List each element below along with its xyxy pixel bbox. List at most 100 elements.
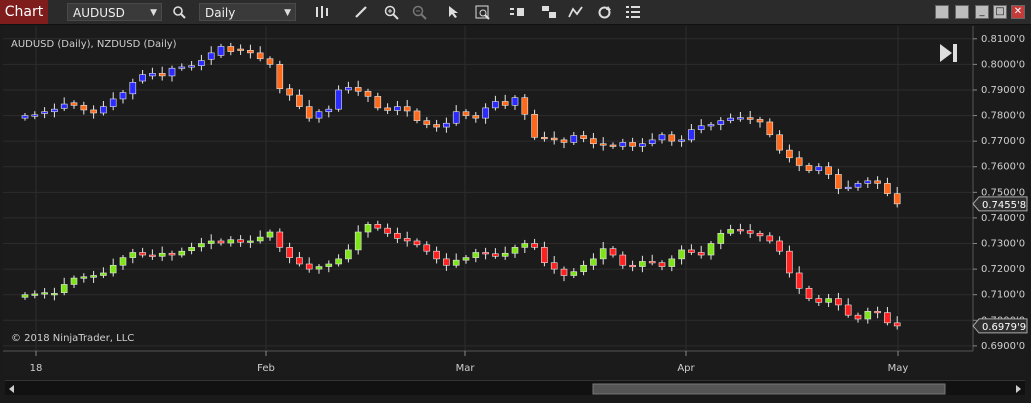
- audusd-candle: [805, 165, 813, 171]
- maximize-button[interactable]: [955, 5, 969, 19]
- list-icon[interactable]: [624, 3, 642, 21]
- nzdusd-candle: [178, 250, 186, 256]
- audusd-candle: [737, 117, 744, 120]
- audusd-candle: [139, 74, 146, 82]
- audusd-candle: [521, 97, 529, 115]
- nzdusd-candle: [80, 276, 88, 279]
- audusd-candle: [688, 129, 695, 141]
- audusd-candle: [51, 108, 58, 113]
- zoom-in-icon[interactable]: [382, 3, 400, 21]
- data-box-icon[interactable]: [474, 3, 492, 21]
- nzdusd-candle: [717, 232, 725, 244]
- audusd-candle: [707, 124, 715, 127]
- nzdusd-candle: [100, 272, 107, 276]
- nzdusd-candle: [237, 239, 244, 243]
- bar-type-icon[interactable]: [313, 3, 331, 21]
- properties-icon[interactable]: [540, 3, 558, 21]
- svg-text:0.6979'9: 0.6979'9: [982, 322, 1026, 333]
- nzdusd-candle: [158, 252, 166, 257]
- audusd-candle: [746, 117, 754, 120]
- nzdusd-candle: [599, 248, 607, 260]
- nzdusd-candle: [825, 298, 832, 303]
- audusd-candle: [247, 50, 254, 54]
- audusd-candle: [70, 102, 78, 106]
- audusd-candle: [266, 58, 274, 65]
- period-value: Daily: [205, 6, 236, 20]
- nzdusd-candle: [550, 262, 558, 270]
- audusd-candle: [511, 97, 519, 106]
- window-restore-button[interactable]: □: [993, 5, 1007, 19]
- audusd-candle: [198, 60, 205, 66]
- nzdusd-candle: [109, 264, 117, 274]
- y-tick-label: 0.7600'0: [981, 162, 1025, 173]
- nzdusd-candle: [746, 230, 754, 234]
- refresh-icon[interactable]: [595, 3, 613, 21]
- y-tick-label: 0.7200'0: [981, 264, 1025, 275]
- nzdusd-candle: [570, 271, 578, 276]
- nzdusd-candle: [70, 277, 78, 285]
- nzdusd-candle: [727, 229, 734, 234]
- audusd-candle: [541, 137, 548, 140]
- nzdusd-candle: [354, 231, 362, 251]
- audusd-candle: [325, 108, 333, 113]
- scroll-thumb[interactable]: [592, 383, 946, 395]
- nzdusd-candle: [139, 252, 146, 256]
- audusd-candle: [286, 88, 293, 96]
- nzdusd-candle: [678, 249, 685, 260]
- minimize-button[interactable]: _: [975, 5, 989, 19]
- nzdusd-candle: [168, 252, 176, 256]
- chevron-down-icon: ▼: [284, 8, 291, 18]
- audusd-candle: [825, 166, 832, 175]
- nzdusd-candle: [21, 294, 29, 298]
- audusd-candle: [168, 67, 176, 77]
- horizontal-scrollbar[interactable]: [5, 380, 1025, 395]
- search-icon[interactable]: [170, 3, 188, 21]
- y-tick-label: 0.8000'0: [981, 59, 1025, 70]
- audusd-candle: [501, 101, 509, 106]
- scroll-right-icon[interactable]: [1016, 385, 1021, 393]
- nzdusd-candle: [590, 258, 597, 266]
- instrument-select[interactable]: AUDUSD ▼: [67, 3, 162, 21]
- draw-pencil-icon[interactable]: [352, 3, 370, 21]
- nzdusd-candle: [795, 272, 803, 289]
- audusd-candle: [345, 87, 352, 91]
- nzdusd-candle: [609, 248, 617, 256]
- instrument-toggle-icon[interactable]: [508, 3, 526, 21]
- nzdusd-candle: [119, 257, 127, 266]
- nzdusd-candle: [541, 247, 548, 264]
- chart-panel[interactable]: 0.8100'0 0.8000'0 0.7900'0 0.7800'0 0.7700'0…: [3, 26, 1028, 376]
- audusd-candle: [217, 46, 225, 56]
- nzdusd-candle: [423, 244, 431, 252]
- period-select[interactable]: Daily ▼: [199, 3, 296, 21]
- indicators-icon[interactable]: [567, 3, 585, 21]
- nzdusd-candle: [276, 231, 284, 248]
- instruments-label: AUDUSD (Daily), NZDUSD (Daily): [11, 39, 177, 50]
- nzdusd-candle: [521, 243, 529, 248]
- zoom-out-icon[interactable]: [410, 3, 428, 21]
- audusd-candle: [844, 186, 852, 190]
- chart-tab[interactable]: Chart: [0, 0, 48, 24]
- audusd-candle: [472, 115, 480, 119]
- scroll-left-icon[interactable]: [9, 385, 14, 393]
- audusd-candle: [629, 142, 636, 147]
- nzdusd-candle: [433, 250, 440, 260]
- nzdusd-candle: [874, 311, 881, 314]
- nzdusd-candle: [619, 254, 627, 266]
- audusd-candle: [443, 122, 450, 128]
- last-price-tag-audusd: 0.7455'8: [972, 196, 1028, 212]
- pointer-icon[interactable]: [444, 3, 462, 21]
- nzdusd-candle: [658, 262, 666, 267]
- nzdusd-candle: [345, 249, 352, 260]
- nzdusd-candle: [413, 240, 421, 246]
- audusd-candle: [854, 183, 862, 188]
- audusd-candle: [795, 157, 803, 166]
- y-tick-label: 0.7800'0: [981, 111, 1025, 122]
- close-button[interactable]: ✕: [1011, 5, 1025, 19]
- nzdusd-candle: [296, 257, 303, 265]
- nzdusd-candle: [452, 259, 460, 266]
- audusd-candle: [149, 73, 156, 77]
- price-chart[interactable]: 0.8100'0 0.8000'0 0.7900'0 0.7800'0 0.7700'0…: [3, 26, 1028, 376]
- restore-button[interactable]: [935, 5, 949, 19]
- audusd-candle: [207, 52, 215, 60]
- x-tick-label: Apr: [677, 363, 695, 374]
